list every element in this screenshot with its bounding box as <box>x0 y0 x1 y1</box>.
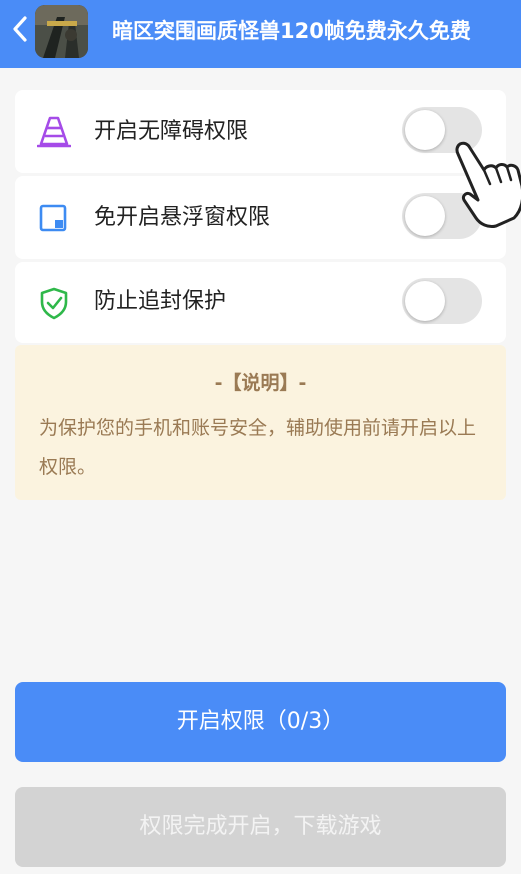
chevron-left-icon[interactable] <box>8 14 32 44</box>
game-app-icon <box>35 5 88 58</box>
page-title: 暗区突围画质怪兽120帧免费永久免费 <box>112 19 471 43</box>
instructions-title: -【说明】- <box>214 372 307 394</box>
toggle-knob <box>405 110 445 150</box>
permission-row-accessibility: 开启无障碍权限 <box>15 90 506 173</box>
shield-check-icon <box>40 287 68 320</box>
floating-window-icon <box>39 204 67 232</box>
app-header: 暗区突围画质怪兽120帧免费永久免费 <box>0 0 521 68</box>
permission-label: 免开启悬浮窗权限 <box>94 205 271 230</box>
permission-label: 防止追封保护 <box>94 289 227 314</box>
anti-ban-toggle[interactable] <box>402 278 482 324</box>
instructions-box: -【说明】- 为保护您的手机和账号安全，辅助使用前请开启以上权限。 <box>15 345 506 500</box>
accessibility-cone-icon <box>37 116 71 148</box>
pointing-hand-icon <box>455 141 521 228</box>
permission-label: 开启无障碍权限 <box>94 119 249 144</box>
instructions-text: 为保护您的手机和账号安全，辅助使用前请开启以上权限。 <box>39 417 477 478</box>
download-game-button: 权限完成开启，下载游戏 <box>15 787 506 867</box>
toggle-knob <box>405 196 445 236</box>
permission-row-floating-window: 免开启悬浮窗权限 <box>15 176 506 259</box>
enable-permissions-button[interactable]: 开启权限（0/3） <box>15 682 506 762</box>
permission-row-anti-ban: 防止追封保护 <box>15 262 506 343</box>
toggle-knob <box>405 281 445 321</box>
